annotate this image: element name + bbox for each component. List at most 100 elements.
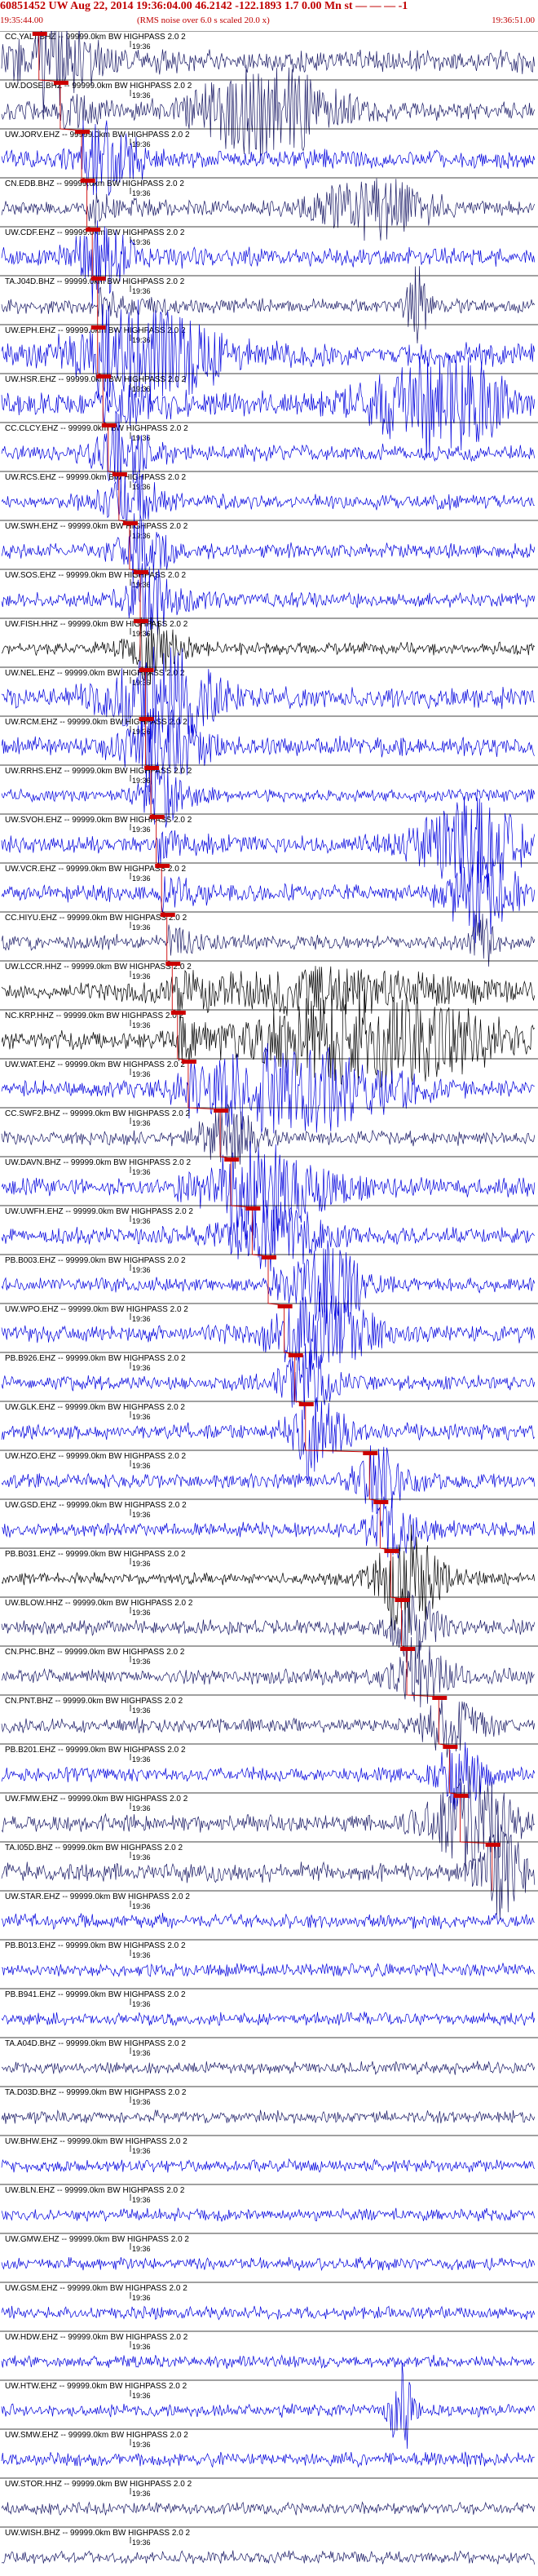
pick-marker <box>139 668 154 672</box>
end-time: 19:36:51.00 <box>492 15 535 25</box>
seismogram-panel: CC.YALT.BHZ -- 99999.0km BW HIGHPASS 2.0… <box>0 31 538 2565</box>
waveform-trace <box>1 1815 536 1921</box>
channel-label: PB.B201.EHZ -- 99999.0km BW HIGHPASS 2.0… <box>5 1746 186 1755</box>
channel-label: UW.RCM.EHZ -- 99999.0km BW HIGHPASS 2.0 … <box>5 718 187 727</box>
waveform-trace <box>1 2256 536 2272</box>
time-tick-label: 19:36 <box>132 2294 151 2302</box>
waveform-trace <box>1 1042 535 1134</box>
waveform-trace <box>1 796 536 892</box>
waveform-trace <box>1 2012 536 2027</box>
pick-marker <box>90 325 106 330</box>
pick-marker <box>165 962 181 966</box>
time-tick-label: 19:36 <box>132 1021 151 1029</box>
channel-label: CN.PHC.BHZ -- 99999.0km BW HIGHPASS 2.0 … <box>5 1648 185 1657</box>
channel-label: PB.B013.EHZ -- 99999.0km BW HIGHPASS 2.0… <box>5 1941 186 1950</box>
time-tick-label: 19:36 <box>132 2392 151 2400</box>
channel-label: UW.BLN.EHZ -- 99999.0km BW HIGHPASS 2.0 … <box>5 2186 185 2195</box>
channel-label: CN.PNT.BHZ -- 99999.0km BW HIGHPASS 2.0 … <box>5 1697 183 1706</box>
channel-label: UW.GSM.EHZ -- 99999.0km BW HIGHPASS 2.0 … <box>5 2284 187 2293</box>
channel-label: UW.BLOW.HHZ -- 99999.0km BW HIGHPASS 2.0… <box>5 1599 193 1608</box>
channel-label: TA.A04D.BHZ -- 99999.0km BW HIGHPASS 2.0… <box>5 2039 186 2048</box>
pick-marker <box>149 815 165 819</box>
time-tick-label: 19:36 <box>132 1853 151 1861</box>
time-tick-label: 19:36 <box>132 1119 151 1127</box>
time-tick-label: 19:36 <box>132 1462 151 1470</box>
channel-label: TA.D03D.BHZ -- 99999.0km BW HIGHPASS 2.0… <box>5 2088 187 2097</box>
time-tick-label: 19:36 <box>132 1070 151 1078</box>
pick-marker <box>96 374 112 378</box>
time-tick-label: 19:36 <box>132 825 151 834</box>
time-tick-label: 19:36 <box>132 1413 151 1421</box>
time-tick-label: 19:36 <box>132 1902 151 1910</box>
channel-label: UW.LCCR.HHZ -- 99999.0km BW HIGHPASS 2.0… <box>5 963 192 972</box>
channel-label: UW.HSR.EHZ -- 99999.0km BW HIGHPASS 2.0 … <box>5 375 187 384</box>
channel-label: UW.GSD.EHZ -- 99999.0km BW HIGHPASS 2.0 … <box>5 1501 187 1510</box>
channel-label: CC.SWF2.BHZ -- 99999.0km BW HIGHPASS 2.0… <box>5 1109 191 1118</box>
time-tick-label: 19:36 <box>132 1658 151 1666</box>
channel-label: UW.DAVN.BHZ -- 99999.0km BW HIGHPASS 2.0… <box>5 1158 191 1167</box>
pick-marker <box>453 1794 469 1798</box>
waveform-trace <box>1 1525 536 1634</box>
channel-label: UW.JORV.EHZ -- 99999.0km BW HIGHPASS 2.0… <box>5 131 190 139</box>
pick-marker <box>181 1060 196 1064</box>
channel-label: UW.FMW.EHZ -- 99999.0km BW HIGHPASS 2.0 … <box>5 1795 188 1804</box>
channel-label: UW.FISH.HHZ -- 99999.0km BW HIGHPASS 2.0… <box>5 620 188 629</box>
channel-label: NC.KRP.HHZ -- 99999.0km BW HIGHPASS 2.0 … <box>5 1011 184 1020</box>
channel-label: UW.NEL.EHZ -- 99999.0km BW HIGHPASS 2.0 … <box>5 669 185 678</box>
channel-label: CC.HIYU.EHZ -- 99999.0km BW HIGHPASS 2.0… <box>5 914 187 923</box>
channel-label: UW.STAR.EHZ -- 99999.0km BW HIGHPASS 2.0… <box>5 1892 190 1901</box>
start-time: 19:35:44.00 <box>0 15 43 25</box>
waveform-trace <box>1 966 536 1016</box>
time-tick-label: 19:36 <box>132 2000 151 2008</box>
waveform-trace <box>1 2354 535 2370</box>
waveform-trace <box>1 2501 536 2516</box>
channel-label: UW.HTW.EHZ -- 99999.0km BW HIGHPASS 2.0 … <box>5 2382 187 2391</box>
waveform-trace <box>1 2550 536 2565</box>
pick-marker <box>155 864 170 868</box>
channel-label: UW.GLK.EHZ -- 99999.0km BW HIGHPASS 2.0 … <box>5 1403 185 1412</box>
waveform-trace <box>1 1912 535 1930</box>
time-tick-label: 19:36 <box>132 2490 151 2498</box>
waveform-trace <box>1 1963 536 1978</box>
channel-label: UW.UWFH.EHZ -- 99999.0km BW HIGHPASS 2.0… <box>5 1207 193 1216</box>
time-tick-label: 19:36 <box>132 679 151 687</box>
time-tick-label: 19:36 <box>132 91 151 100</box>
time-tick-label: 19:36 <box>132 238 151 246</box>
time-tick-label: 19:36 <box>132 2538 151 2547</box>
channel-label: CC.CLCY.EHZ -- 99999.0km BW HIGHPASS 2.0… <box>5 424 188 433</box>
pick-marker <box>298 1402 314 1406</box>
channel-label: UW.SWH.EHZ -- 99999.0km BW HIGHPASS 2.0 … <box>5 522 188 531</box>
waveform-trace <box>1 2158 536 2173</box>
time-tick-label: 19:36 <box>132 1804 151 1812</box>
pick-marker <box>80 179 95 183</box>
time-tick-label: 19:36 <box>132 1315 151 1323</box>
waveform-trace <box>1 355 536 458</box>
channel-label: UW.WISH.BHZ -- 99999.0km BW HIGHPASS 2.0… <box>5 2529 191 2538</box>
pick-marker <box>443 1745 458 1749</box>
time-tick-label: 19:36 <box>132 1168 151 1176</box>
pick-marker <box>288 1353 303 1357</box>
channel-label: PB.B926.EHZ -- 99999.0km BW HIGHPASS 2.0… <box>5 1354 186 1363</box>
time-tick-label: 19:36 <box>132 189 151 197</box>
waveform-trace <box>1 1291 536 1377</box>
event-title: 60851452 UW Aug 22, 2014 19:36:04.00 46.… <box>0 0 408 12</box>
time-tick-label: 19:36 <box>132 972 151 980</box>
time-tick-label: 19:36 <box>132 42 151 51</box>
time-tick-label: 19:36 <box>132 1755 151 1764</box>
waveform-trace <box>1 646 535 753</box>
pick-marker <box>395 1598 410 1602</box>
time-tick-label: 19:36 <box>132 2049 151 2057</box>
time-tick-label: 19:36 <box>132 2196 151 2204</box>
pick-marker <box>224 1157 240 1162</box>
channel-label: UW.WPO.EHZ -- 99999.0km BW HIGHPASS 2.0 … <box>5 1305 188 1314</box>
pick-marker <box>144 766 160 770</box>
time-tick-label: 19:36 <box>132 287 151 295</box>
channel-label: UW.DOSE.BHZ -- 99999.0km BW HIGHPASS 2.0… <box>5 82 192 91</box>
time-tick-label: 19:36 <box>132 140 151 148</box>
waveform-trace <box>1 2451 535 2468</box>
time-tick-label: 19:36 <box>132 2147 151 2155</box>
pick-marker <box>101 423 117 427</box>
time-tick-label: 19:36 <box>132 2245 151 2253</box>
channel-label: CC.YALT.BHZ -- 99999.0km BW HIGHPASS 2.0… <box>5 33 186 42</box>
time-tick-label: 19:36 <box>132 2098 151 2106</box>
